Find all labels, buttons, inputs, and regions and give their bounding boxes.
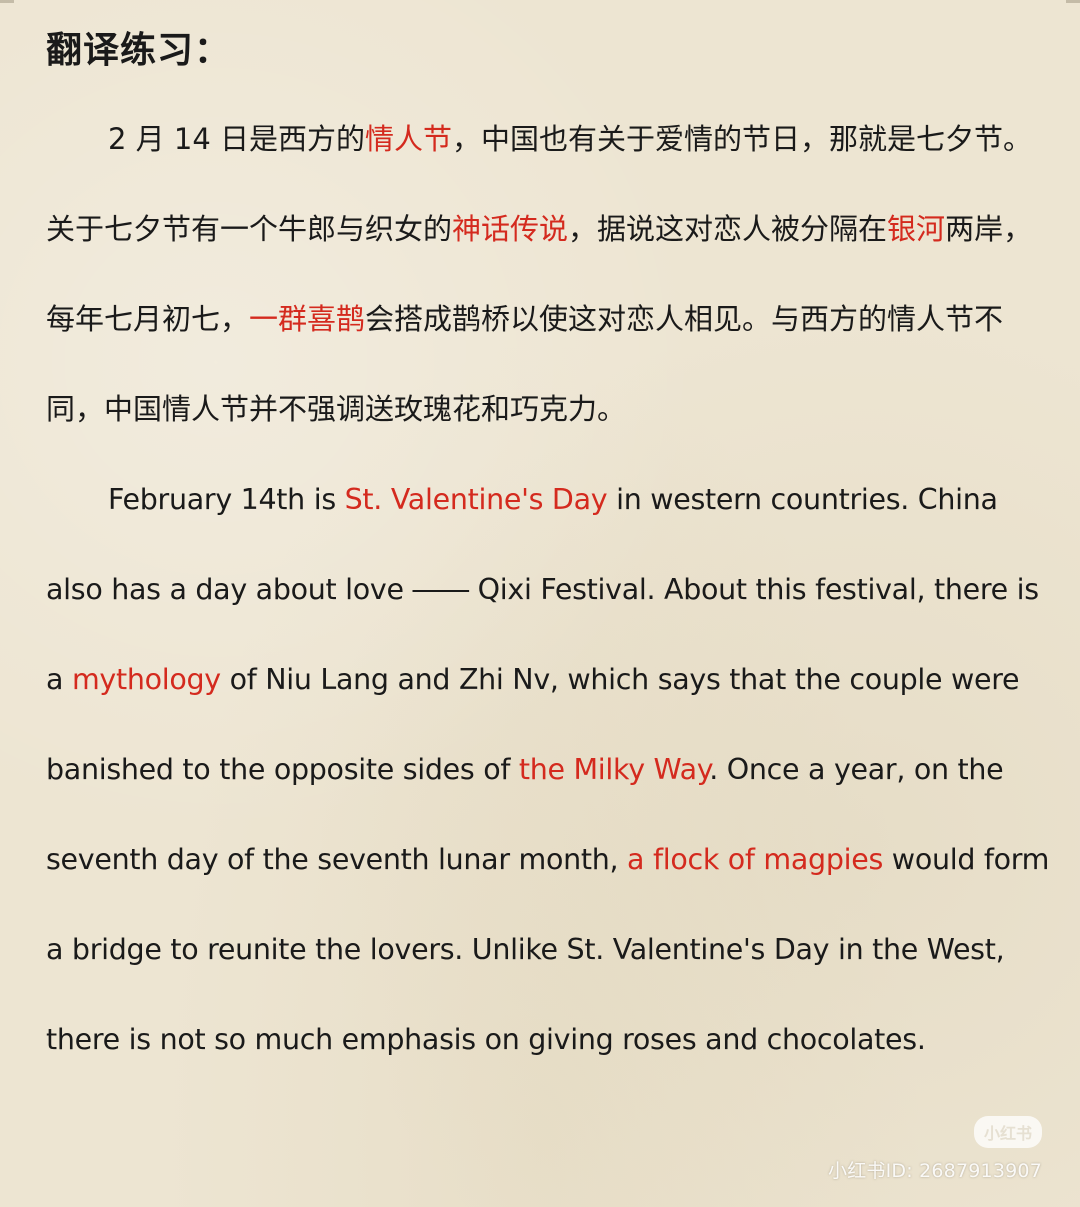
english-highlight-magpies: a flock of magpies bbox=[627, 843, 884, 876]
english-highlight-valentines-day: St. Valentine's Day bbox=[344, 483, 608, 516]
document-page: 翻译练习： 2 月 14 日是西方的情人节，中国也有关于爱情的节日，那就是七夕节… bbox=[0, 0, 1080, 1207]
chinese-highlight-valentines-day: 情人节 bbox=[365, 122, 453, 156]
corner-mark-left bbox=[0, 0, 14, 3]
chinese-highlight-mythology: 神话传说 bbox=[452, 212, 569, 246]
english-paragraph: February 14th is St. Valentine's Day in … bbox=[46, 455, 1058, 1085]
chinese-text-1: 2 月 14 日是西方的 bbox=[108, 122, 366, 156]
chinese-highlight-milky-way: 银河 bbox=[887, 212, 946, 246]
corner-mark-right bbox=[1066, 0, 1080, 3]
english-highlight-mythology: mythology bbox=[71, 663, 221, 696]
chinese-paragraph: 2 月 14 日是西方的情人节，中国也有关于爱情的节日，那就是七夕节。关于七夕节… bbox=[46, 94, 1058, 454]
watermark-logo: 小红书 bbox=[973, 1116, 1042, 1148]
watermark-user-id: 小红书ID: 2687913907 bbox=[828, 1160, 1042, 1182]
chinese-text-3: ，据说这对恋人被分隔在 bbox=[568, 212, 888, 246]
english-text-1: February 14th is bbox=[108, 483, 345, 516]
chinese-highlight-magpies: 一群喜鹊 bbox=[249, 302, 366, 336]
watermark: 小红书 小红书ID: 2687913907 bbox=[828, 1116, 1042, 1183]
english-highlight-milky-way: the Milky Way bbox=[518, 753, 710, 786]
page-title: 翻译练习： bbox=[46, 30, 232, 71]
